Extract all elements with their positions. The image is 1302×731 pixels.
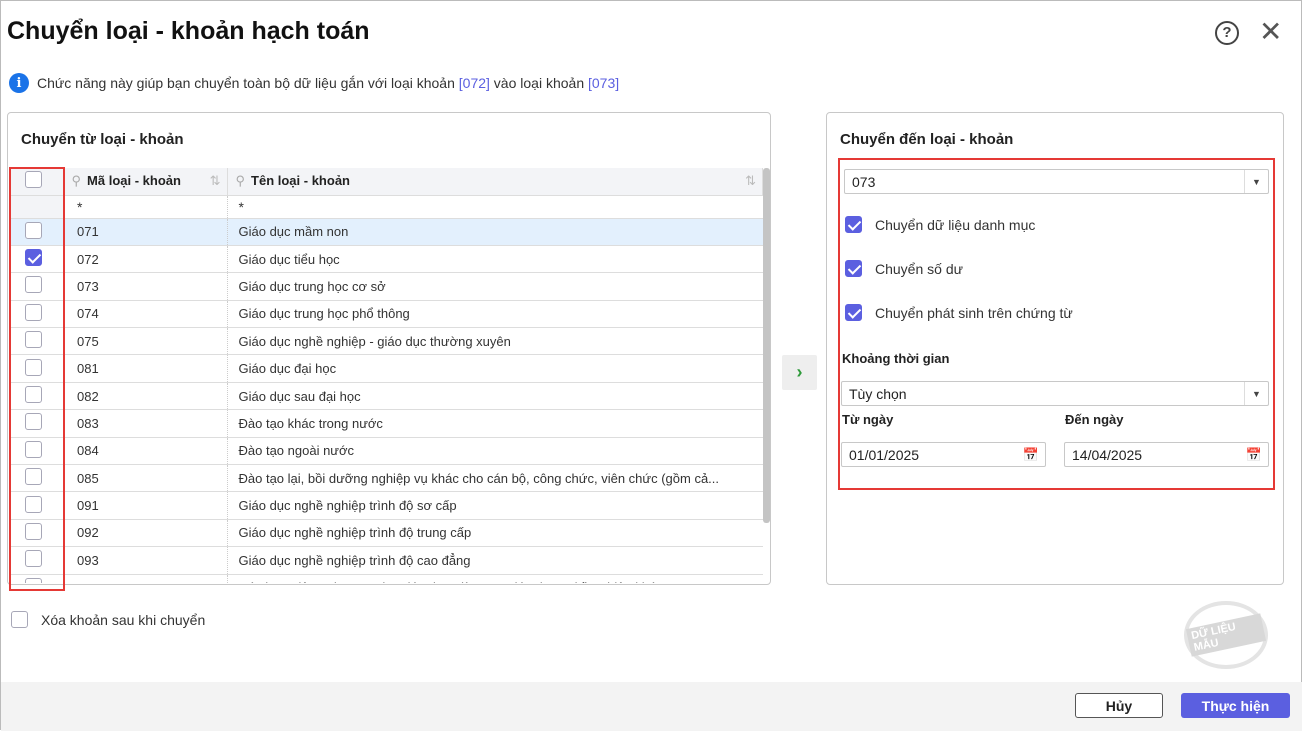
grid-scrollbar[interactable] — [763, 168, 770, 523]
info-message: i Chức năng này giúp bạn chuyển toàn bộ … — [9, 73, 619, 93]
column-header-name[interactable]: ⚲ Tên loại - khoản ⇅ — [227, 168, 763, 196]
chevron-down-icon[interactable]: ▼ — [1244, 170, 1268, 193]
calendar-icon[interactable]: 📅 — [1246, 447, 1262, 463]
row-name: Giáo dục sau đại học — [226, 382, 763, 411]
row-code: 084 — [63, 437, 227, 466]
table-row[interactable]: 072 Giáo dục tiểu học — [11, 245, 763, 274]
sort-icon[interactable]: ⇅ — [745, 173, 756, 189]
row-name: Giáo dục nghề nghiệp trình độ cao đẳng — [226, 546, 763, 575]
table-row[interactable]: 091 Giáo dục nghề nghiệp trình độ sơ cấp — [11, 491, 763, 520]
sort-icon[interactable]: ⇅ — [210, 173, 221, 189]
row-code: 092 — [63, 519, 227, 548]
delete-after-checkbox[interactable] — [11, 611, 28, 628]
row-code: 075 — [63, 327, 227, 356]
filter-name-input[interactable]: * — [226, 195, 763, 219]
row-name: Giáo dục trung học phổ thông — [226, 300, 763, 329]
target-panel-title: Chuyển đến loại - khoản — [840, 131, 1014, 148]
row-code: 081 — [63, 354, 227, 383]
pin-icon[interactable]: ⚲ — [72, 173, 82, 188]
delete-after-option[interactable]: Xóa khoản sau khi chuyển — [11, 611, 205, 628]
submit-button[interactable]: Thực hiện — [1181, 693, 1290, 718]
close-icon[interactable]: ✕ — [1259, 17, 1282, 47]
pin-icon[interactable]: ⚲ — [236, 173, 246, 188]
help-icon[interactable]: ? — [1215, 21, 1239, 45]
table-row[interactable]: 082 Giáo dục sau đại học — [11, 382, 763, 411]
row-code: 082 — [63, 382, 227, 411]
row-name: Đào tạo khác trong nước — [226, 409, 763, 438]
row-code: 073 — [63, 272, 227, 301]
table-row[interactable]: 084 Đào tạo ngoài nước — [11, 437, 763, 466]
table-row[interactable]: 085 Đào tạo lại, bồi dưỡng nghiệp vụ khác… — [11, 464, 763, 493]
info-icon: i — [9, 73, 29, 93]
from-date-label: Từ ngày — [842, 412, 894, 427]
option-transactions-checkbox[interactable] — [845, 304, 862, 321]
table-row[interactable]: 092 Giáo dục nghề nghiệp trình độ trung c… — [11, 519, 763, 548]
row-name: Giáo dục trung học cơ sở — [226, 272, 763, 301]
source-grid: ⚲ Mã loại - khoản ⇅ ⚲ Tên loại - khoản ⇅ * * … — [11, 168, 763, 583]
row-code: 071 — [63, 218, 227, 246]
column-header-code[interactable]: ⚲ Mã loại - khoản ⇅ — [63, 168, 228, 196]
row-code: 085 — [63, 464, 227, 493]
row-name: Giáo dục nghề nghiệp trình độ trung cấp — [226, 519, 763, 548]
from-date-input[interactable]: 01/01/2025 📅 — [841, 442, 1046, 467]
move-right-button[interactable]: › — [782, 355, 817, 390]
table-row[interactable]: 073 Giáo dục trung học cơ sở — [11, 272, 763, 301]
to-date-label: Đến ngày — [1065, 412, 1124, 427]
filter-code-input[interactable]: * — [63, 195, 227, 219]
row-code: 072 — [63, 245, 227, 274]
row-name: Đào tạo lại, bồi dưỡng nghiệp vụ khác ch… — [226, 464, 763, 493]
row-name: Giáo dục đại học — [226, 354, 763, 383]
option-catalog-checkbox[interactable] — [845, 216, 862, 233]
row-code: 074 — [63, 300, 227, 329]
option-balance[interactable]: Chuyển số dư — [845, 260, 963, 277]
option-transactions[interactable]: Chuyển phát sinh trên chứng từ — [845, 304, 1073, 321]
table-row[interactable]: 093 Giáo dục nghề nghiệp trình độ cao đẳn… — [11, 546, 763, 575]
table-row[interactable]: 098Các hoạt động phục vụ cho giáo dục, đ… — [11, 574, 763, 583]
table-row[interactable]: 075 Giáo dục nghề nghiệp - giáo dục thườn… — [11, 327, 763, 356]
row-name: Giáo dục nghề nghiệp trình độ sơ cấp — [226, 491, 763, 520]
row-name: Đào tạo ngoài nước — [226, 437, 763, 466]
table-row[interactable]: 071 Giáo dục mầm non — [11, 218, 763, 246]
target-settings-highlight — [838, 158, 1275, 490]
chevron-down-icon[interactable]: ▼ — [1244, 382, 1268, 405]
row-code: 098 — [63, 574, 227, 583]
row-name: Các hoạt động phục vụ cho giáo dục, đào … — [226, 574, 763, 583]
checkbox-column-highlight — [9, 167, 65, 591]
table-row[interactable]: 081 Giáo dục đại học — [11, 354, 763, 383]
table-row[interactable]: 074 Giáo dục trung học phổ thông — [11, 300, 763, 329]
row-name: Giáo dục tiểu học — [226, 245, 763, 274]
target-code-select[interactable]: 073 ▼ — [844, 169, 1269, 194]
period-label: Khoảng thời gian — [842, 351, 950, 366]
to-date-input[interactable]: 14/04/2025 📅 — [1064, 442, 1269, 467]
option-balance-checkbox[interactable] — [845, 260, 862, 277]
row-code: 083 — [63, 409, 227, 438]
sample-data-watermark: DỮ LIỆU MẪU — [1184, 601, 1268, 669]
period-select[interactable]: Tùy chọn ▼ — [841, 381, 1269, 406]
option-catalog[interactable]: Chuyển dữ liệu danh mục — [845, 216, 1035, 233]
dialog-title: Chuyển loại - khoản hạch toán — [7, 17, 370, 45]
cancel-button[interactable]: Hủy — [1075, 693, 1163, 718]
table-row[interactable]: 083 Đào tạo khác trong nước — [11, 409, 763, 438]
row-name: Giáo dục nghề nghiệp - giáo dục thường x… — [226, 327, 763, 356]
row-name: Giáo dục mầm non — [226, 218, 763, 246]
source-panel-title: Chuyển từ loại - khoản — [21, 131, 184, 148]
row-code: 091 — [63, 491, 227, 520]
row-code: 093 — [63, 546, 227, 575]
calendar-icon[interactable]: 📅 — [1023, 447, 1039, 463]
